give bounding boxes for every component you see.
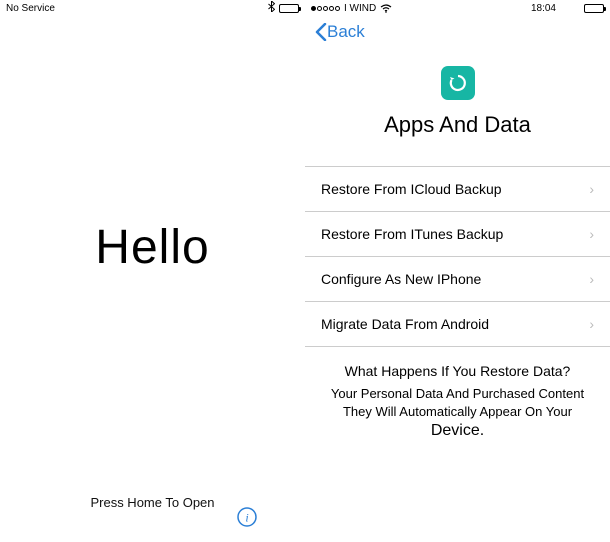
options-list: Restore From ICloud Backup › Restore Fro… bbox=[305, 166, 610, 347]
option-configure-new[interactable]: Configure As New IPhone › bbox=[305, 257, 610, 302]
option-label: Migrate Data From Android bbox=[321, 316, 489, 332]
option-label: Restore From ICloud Backup bbox=[321, 181, 502, 197]
option-label: Configure As New IPhone bbox=[321, 271, 481, 287]
page-title: Apps And Data bbox=[305, 112, 610, 138]
signal-icon bbox=[311, 6, 340, 11]
info-text: Your Personal Data And Purchased Content… bbox=[319, 385, 596, 442]
option-restore-icloud[interactable]: Restore From ICloud Backup › bbox=[305, 167, 610, 212]
carrier-text: I WIND bbox=[344, 3, 376, 14]
hello-text: Hello bbox=[0, 220, 305, 275]
back-label: Back bbox=[327, 22, 365, 42]
press-home-text[interactable]: Press Home To Open bbox=[0, 495, 305, 510]
bluetooth-icon bbox=[268, 1, 275, 15]
info-icon[interactable]: i bbox=[237, 507, 257, 532]
status-bar: I WIND 18:04 bbox=[305, 0, 610, 16]
svg-text:i: i bbox=[245, 511, 248, 525]
back-button[interactable]: Back bbox=[305, 16, 610, 48]
battery-icon bbox=[279, 4, 299, 13]
battery-icon bbox=[584, 4, 604, 13]
chevron-right-icon: › bbox=[589, 271, 594, 287]
chevron-right-icon: › bbox=[589, 226, 594, 242]
info-heading: What Happens If You Restore Data? bbox=[319, 363, 596, 379]
carrier-text: No Service bbox=[6, 3, 55, 14]
wifi-icon bbox=[380, 4, 392, 13]
restore-icon bbox=[441, 66, 475, 100]
chevron-left-icon bbox=[315, 23, 327, 41]
clock-text: 18:04 bbox=[531, 3, 556, 14]
option-migrate-android[interactable]: Migrate Data From Android › bbox=[305, 302, 610, 347]
chevron-right-icon: › bbox=[589, 181, 594, 197]
option-label: Restore From ITunes Backup bbox=[321, 226, 503, 242]
option-restore-itunes[interactable]: Restore From ITunes Backup › bbox=[305, 212, 610, 257]
info-block: What Happens If You Restore Data? Your P… bbox=[305, 347, 610, 458]
chevron-right-icon: › bbox=[589, 316, 594, 332]
hello-screen: No Service Hello Press Home To Open i bbox=[0, 0, 305, 542]
apps-and-data-screen: I WIND 18:04 Back Apps And Data Restore … bbox=[305, 0, 610, 542]
status-bar: No Service bbox=[0, 0, 305, 16]
